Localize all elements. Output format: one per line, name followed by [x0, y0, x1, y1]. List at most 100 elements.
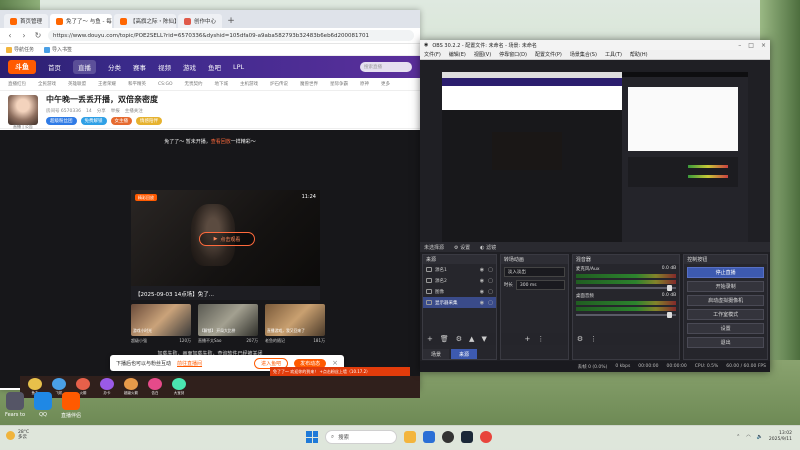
lock-icon[interactable]: ▢: [488, 289, 493, 295]
lock-icon[interactable]: ▢: [488, 278, 493, 284]
taskbar-search[interactable]: ⌕ 搜索: [325, 430, 397, 444]
mixer-menu-icon[interactable]: ⋮: [590, 335, 597, 343]
menu-tools[interactable]: 工具(T): [605, 51, 622, 58]
subnav-item[interactable]: CS:GO: [158, 82, 173, 87]
exit-button[interactable]: 退出: [687, 337, 765, 348]
transition-menu-icon[interactable]: ⋮: [537, 335, 544, 343]
source-item[interactable]: 源名1 ◉ ▢: [423, 264, 496, 275]
menu-edit[interactable]: 编辑(E): [449, 51, 466, 58]
virtual-camera-button[interactable]: 启动虚拟摄像机: [687, 295, 765, 306]
gift-item[interactable]: 办卡: [98, 378, 116, 396]
add-transition-icon[interactable]: +: [524, 335, 530, 343]
nav-video[interactable]: 视频: [158, 62, 171, 72]
subnav-item[interactable]: 魔兽世界: [300, 81, 318, 87]
play-button[interactable]: ▶ 点击观看: [199, 232, 255, 246]
source-item[interactable]: 源名2 ◉ ▢: [423, 275, 496, 286]
desktop-icon[interactable]: Fears to: [2, 392, 28, 418]
room-tag[interactable]: 免费解锁: [80, 117, 107, 125]
desktop-icon[interactable]: 直播伴侣: [58, 392, 84, 419]
browser-tab[interactable]: 【高旗之际・陈仙】9月11日主页: [114, 14, 177, 28]
mixer-settings-icon[interactable]: ⚙: [577, 335, 583, 343]
desktop-icon[interactable]: QQ: [30, 392, 56, 418]
volume-knob[interactable]: [667, 312, 673, 318]
tab-scenes[interactable]: 场景: [423, 349, 450, 359]
room-tag[interactable]: 情感陪伴: [136, 117, 162, 125]
eye-icon[interactable]: ◉: [480, 267, 484, 273]
menu-scene-collection[interactable]: 场景集合(S): [570, 51, 597, 58]
filters-button[interactable]: ◐ 滤镜: [480, 244, 496, 251]
volume-icon[interactable]: 🔈: [757, 434, 763, 440]
forward-icon[interactable]: ›: [20, 31, 28, 40]
menu-file[interactable]: 文件(F): [424, 51, 441, 58]
browser-tab-active[interactable]: 免了了～ 与鱼 - 每个人的直播平台×: [50, 14, 113, 28]
menu-profile[interactable]: 配置文件(P): [535, 51, 562, 58]
browser-app-icon[interactable]: [423, 431, 435, 443]
minimize-icon[interactable]: –: [738, 42, 741, 49]
nav-lpl[interactable]: LPL: [233, 63, 244, 71]
recommend-card[interactable]: 游戏小时光 超级小强 120万: [131, 304, 191, 344]
close-icon[interactable]: ×: [332, 359, 338, 367]
recommend-card[interactable]: 【解锁】 开局大比拼 直播不太Sao 207万: [198, 304, 258, 344]
settings-button[interactable]: 设置: [687, 323, 765, 334]
toast-link[interactable]: 前往直播间: [177, 360, 202, 367]
move-up-icon[interactable]: ▲: [469, 335, 474, 343]
subnav-item[interactable]: 星际争霸: [330, 81, 348, 87]
gift-item[interactable]: 超级火箭: [122, 378, 140, 396]
subnav-item[interactable]: 原神: [360, 81, 369, 87]
bookmark-item[interactable]: 导入书签: [44, 46, 72, 53]
subnav-item[interactable]: 和平精英: [128, 81, 146, 87]
eye-icon[interactable]: ◉: [480, 300, 484, 306]
source-props-icon[interactable]: ⚙: [456, 335, 462, 343]
subnav-item[interactable]: 直播红包: [8, 81, 26, 87]
replay-link[interactable]: 查看回放: [211, 139, 231, 145]
eye-icon[interactable]: ◉: [480, 278, 484, 284]
wifi-icon[interactable]: ◠: [746, 434, 750, 440]
browser-tab[interactable]: 首页管理: [4, 14, 49, 28]
lock-icon[interactable]: ▢: [488, 300, 493, 306]
source-item[interactable]: 图像 ◉ ▢: [423, 286, 496, 297]
subnav-item[interactable]: 王者荣耀: [98, 81, 116, 87]
start-recording-button[interactable]: 开始录制: [687, 281, 765, 292]
add-source-icon[interactable]: +: [427, 335, 433, 343]
nav-games[interactable]: 游戏: [183, 62, 196, 72]
streamer-avatar[interactable]: 直播 | 公告: [8, 94, 38, 129]
move-down-icon[interactable]: ▼: [481, 335, 486, 343]
follow-stats[interactable]: 主播关注: [125, 108, 143, 114]
netease-music-icon[interactable]: [480, 431, 492, 443]
steam-icon[interactable]: [461, 431, 473, 443]
close-icon[interactable]: ×: [761, 42, 766, 49]
recommend-card[interactable]: 直播游戏，我又回来了 老鱼的随记 181万: [265, 304, 325, 344]
back-icon[interactable]: ‹: [6, 31, 14, 40]
subnav-item[interactable]: 主机游戏: [240, 81, 258, 87]
share-button[interactable]: 分享: [97, 108, 106, 114]
windows-start-icon[interactable]: [306, 431, 318, 443]
site-search-input[interactable]: 搜索直播: [360, 62, 412, 72]
settings-button[interactable]: ⚙ 设置: [454, 244, 470, 251]
replay-video[interactable]: 精彩回放 11:24 ▶ 点击观看: [131, 190, 320, 286]
volume-slider[interactable]: [575, 312, 677, 318]
subnav-item[interactable]: 无畏契约: [185, 81, 203, 87]
subnav-item[interactable]: 英雄联盟: [68, 81, 86, 87]
browser-tab[interactable]: 创作中心: [178, 14, 223, 28]
nav-live[interactable]: 直播: [73, 60, 96, 74]
file-explorer-icon[interactable]: [404, 431, 416, 443]
report-button[interactable]: 举报: [111, 108, 120, 114]
tray-chevron-icon[interactable]: ⌃: [736, 434, 740, 440]
subnav-item[interactable]: 炉石传说: [270, 81, 288, 87]
douyu-logo[interactable]: 斗鱼: [8, 60, 36, 74]
subnav-item[interactable]: 全民游戏: [38, 81, 56, 87]
obs-preview[interactable]: [442, 72, 748, 247]
url-input[interactable]: https://www.douyu.com/topic/POE2SELL?rid…: [48, 30, 414, 41]
menu-docks[interactable]: 停靠窗口(D): [499, 51, 527, 58]
source-item-selected[interactable]: 显示器采集 ◉ ▢: [423, 297, 496, 308]
volume-knob[interactable]: [667, 285, 673, 291]
subnav-item[interactable]: 更多: [381, 81, 390, 87]
studio-mode-button[interactable]: 工作室模式: [687, 309, 765, 320]
nav-home[interactable]: 首页: [48, 62, 61, 72]
menu-help[interactable]: 帮助(H): [630, 51, 648, 58]
maximize-icon[interactable]: □: [748, 42, 754, 49]
room-tag[interactable]: 女主播: [110, 117, 132, 125]
eye-icon[interactable]: ◉: [480, 289, 484, 295]
new-tab-icon[interactable]: +: [224, 14, 238, 28]
duration-input[interactable]: 300 ms: [515, 280, 565, 290]
